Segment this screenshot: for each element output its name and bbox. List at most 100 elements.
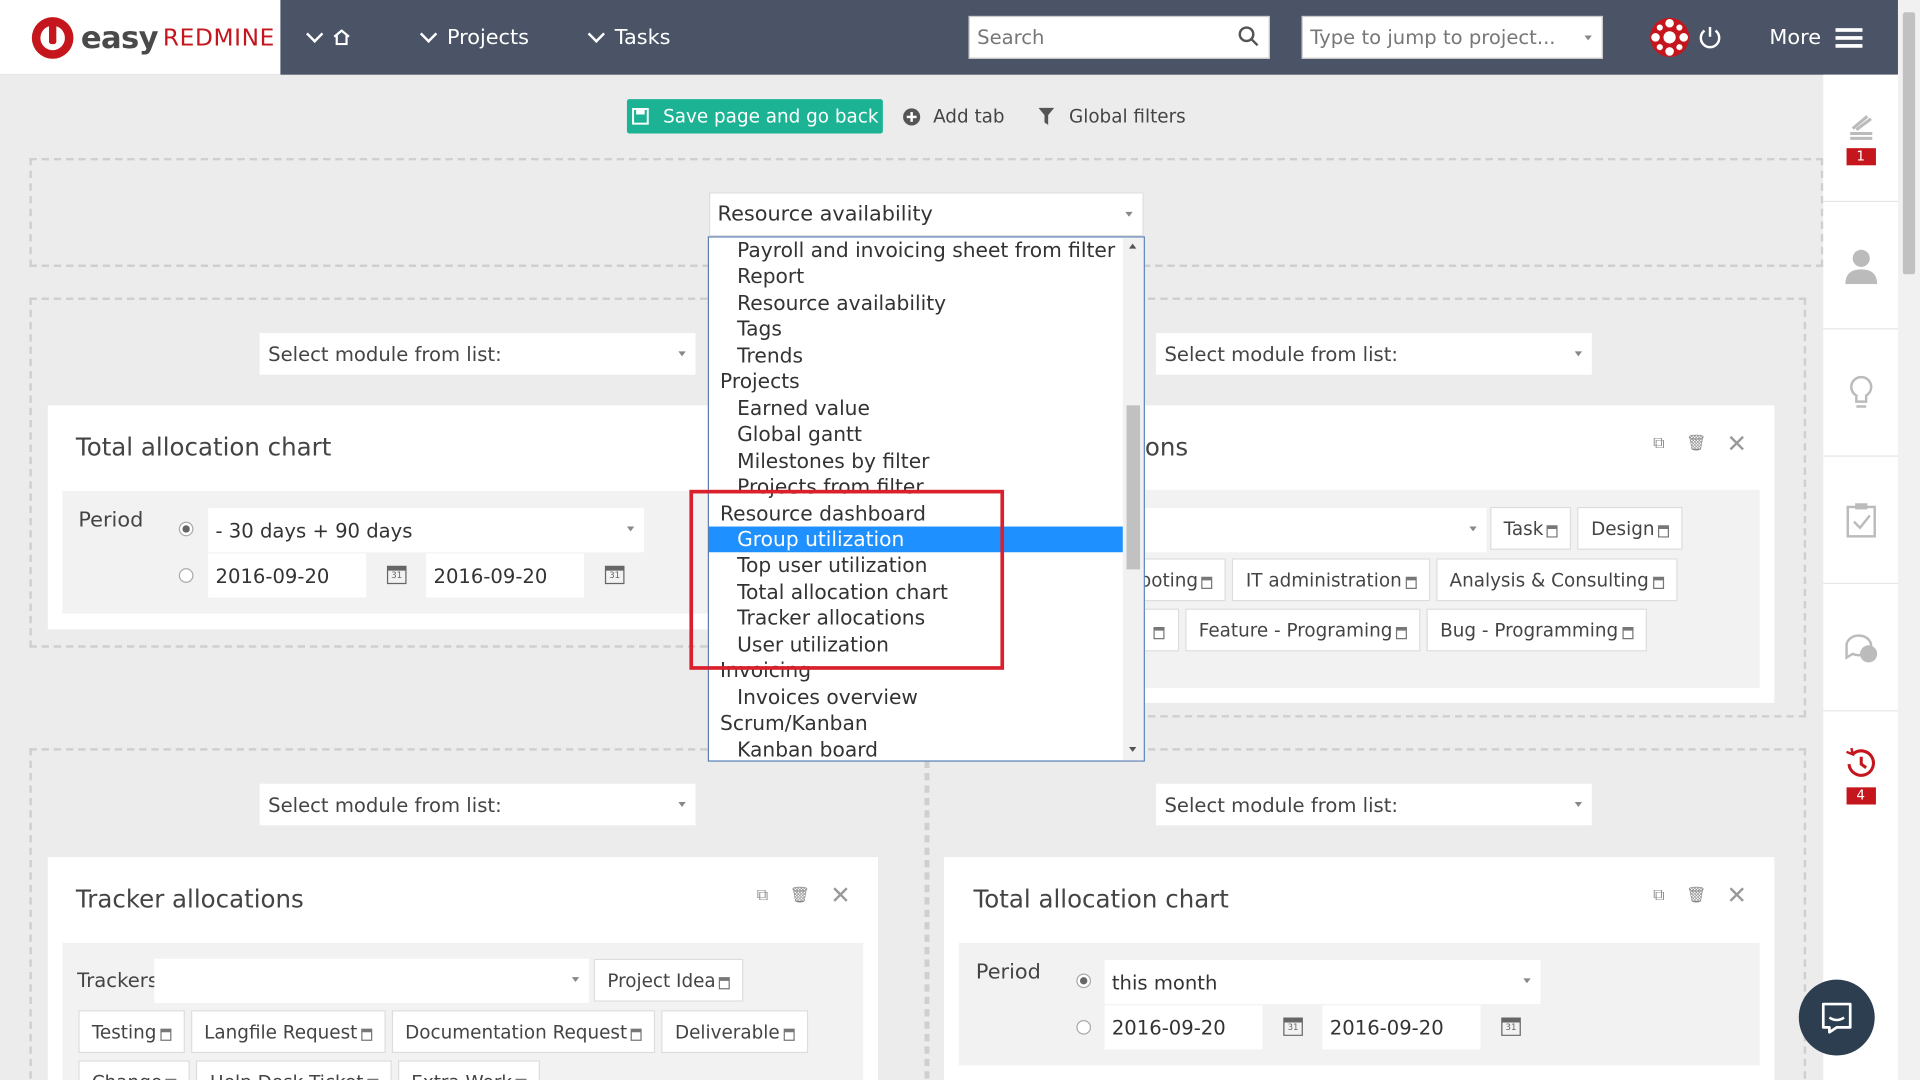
power-icon[interactable]: [1698, 26, 1721, 49]
trash-icon[interactable]: [783, 1027, 795, 1041]
dropdown-option[interactable]: Trends: [709, 343, 1123, 369]
trash-icon[interactable]: 🗑: [790, 887, 810, 905]
trash-icon[interactable]: 🗑: [1686, 887, 1706, 905]
dropdown-option[interactable]: Invoices overview: [709, 684, 1123, 710]
date-from-input[interactable]: 2016-09-20: [208, 553, 367, 598]
period-preset-radio[interactable]: [178, 521, 194, 537]
global-filters-button[interactable]: Global filters: [1038, 103, 1186, 130]
tracker-tag[interactable]: Testing: [78, 1010, 185, 1054]
sidebar-ideas[interactable]: [1823, 329, 1898, 457]
trackers-select[interactable]: [154, 958, 589, 1003]
trash-icon[interactable]: [361, 1027, 373, 1041]
dropdown-option[interactable]: Kanban board: [709, 737, 1123, 761]
hamburger-icon: [1835, 27, 1863, 48]
date-to-input[interactable]: 2016-09-20: [1322, 1005, 1481, 1050]
scroll-down-arrow-icon[interactable]: [1128, 746, 1137, 752]
module-type-select[interactable]: Resource availability: [708, 192, 1144, 237]
logo[interactable]: easy REDMINE: [0, 0, 281, 75]
support-chat-button[interactable]: [1798, 979, 1875, 1056]
module-select-bottom-left[interactable]: Select module from list:: [259, 783, 696, 826]
tracker-tag[interactable]: Bug - Programming: [1426, 608, 1647, 652]
caret-down-icon: [571, 977, 580, 983]
sidebar-chat[interactable]: [1823, 584, 1898, 712]
more-menu[interactable]: More: [1769, 0, 1863, 75]
trash-icon[interactable]: [1405, 576, 1417, 589]
tracker-tag[interactable]: Project Idea: [593, 958, 744, 1002]
filter-icon: [1038, 107, 1055, 125]
period-preset-radio[interactable]: [1076, 973, 1092, 989]
page-scroll-thumb[interactable]: [1902, 12, 1916, 275]
user-avatar-icon[interactable]: [1649, 17, 1690, 57]
trackers-select[interactable]: [1138, 508, 1487, 553]
tracker-tag[interactable]: IT administration: [1232, 558, 1430, 602]
dropdown-option[interactable]: Report: [709, 264, 1123, 290]
dropdown-scroll-thumb[interactable]: [1126, 405, 1141, 570]
period-range-radio[interactable]: [178, 568, 194, 583]
nav-tasks[interactable]: Tasks: [587, 0, 670, 75]
dropdown-group-label: Scrum/Kanban: [720, 711, 868, 735]
calendar-icon[interactable]: 31: [1283, 1017, 1303, 1036]
sidebar-activity[interactable]: 1: [1823, 75, 1898, 203]
dropdown-option[interactable]: Earned value: [709, 395, 1123, 421]
module-select-bottom-right[interactable]: Select module from list:: [1155, 783, 1592, 826]
tracker-tag[interactable]: Feature - Programing: [1185, 608, 1421, 652]
trash-icon[interactable]: [1547, 524, 1559, 537]
copy-icon[interactable]: ⧉: [757, 887, 768, 905]
copy-icon[interactable]: ⧉: [1653, 435, 1664, 453]
calendar-icon[interactable]: 31: [604, 565, 625, 585]
close-icon[interactable]: ✕: [830, 880, 851, 909]
tracker-tag[interactable]: Deliverable: [661, 1010, 808, 1054]
sidebar-history[interactable]: 4: [1823, 711, 1898, 838]
sidebar-user[interactable]: [1823, 202, 1898, 330]
plus-circle-icon: [903, 107, 921, 125]
tracker-tag[interactable]: Help Desk Ticket: [196, 1060, 392, 1080]
sidebar-tasks[interactable]: [1823, 457, 1898, 585]
date-to-input[interactable]: 2016-09-20: [426, 553, 585, 598]
trash-icon[interactable]: 🗑: [1686, 435, 1706, 453]
trash-icon[interactable]: [1652, 576, 1664, 589]
trash-icon[interactable]: [1621, 626, 1633, 639]
tracker-tag[interactable]: Documentation Request: [391, 1010, 656, 1054]
trash-icon[interactable]: [1396, 626, 1408, 639]
save-page-button[interactable]: Save page and go back: [626, 99, 883, 134]
date-from-input[interactable]: 2016-09-20: [1104, 1005, 1263, 1050]
home-menu[interactable]: [306, 0, 351, 75]
jump-to-project-select[interactable]: Type to jump to project...: [1301, 15, 1603, 59]
scroll-up-arrow-icon[interactable]: [1128, 243, 1137, 249]
trash-icon[interactable]: [719, 976, 731, 989]
dropdown-option[interactable]: Milestones by filter: [709, 448, 1123, 474]
trash-icon[interactable]: [160, 1027, 172, 1041]
tracker-tag[interactable]: Langfile Request: [190, 1010, 386, 1054]
tracker-tag[interactable]: Extra Work: [397, 1060, 541, 1080]
period-select[interactable]: this month: [1104, 960, 1541, 1005]
copy-icon[interactable]: ⧉: [1653, 887, 1664, 905]
tracker-tag[interactable]: Analysis & Consulting: [1436, 558, 1677, 602]
trash-icon[interactable]: [1658, 524, 1670, 537]
close-icon[interactable]: ✕: [1727, 429, 1748, 458]
add-tab-button[interactable]: Add tab: [902, 103, 1005, 130]
search-input[interactable]: Search: [968, 15, 1270, 59]
dropdown-scrollbar[interactable]: [1122, 237, 1144, 761]
dropdown-option[interactable]: Global gantt: [709, 421, 1123, 447]
close-icon[interactable]: ✕: [1727, 880, 1748, 909]
module-select-left[interactable]: Select module from list:: [259, 333, 696, 375]
search-icon[interactable]: [1238, 26, 1260, 48]
period-select[interactable]: - 30 days + 90 days: [208, 508, 645, 553]
trash-icon[interactable]: [1201, 576, 1213, 589]
module-select-right[interactable]: Select module from list:: [1155, 333, 1592, 375]
date-to-value: 2016-09-20: [433, 563, 548, 588]
tracker-tag[interactable]: Change: [78, 1060, 191, 1080]
page-scrollbar[interactable]: [1897, 0, 1920, 1080]
dropdown-option[interactable]: Payroll and invoicing sheet from filter: [709, 238, 1123, 264]
trash-icon[interactable]: [630, 1027, 642, 1041]
calendar-icon[interactable]: 31: [386, 565, 407, 585]
tracker-tag[interactable]: Design: [1577, 506, 1683, 550]
calendar-icon[interactable]: 31: [1501, 1017, 1521, 1036]
nav-projects[interactable]: Projects: [419, 0, 529, 75]
dropdown-option[interactable]: Tags: [709, 316, 1123, 342]
period-range-radio[interactable]: [1076, 1020, 1092, 1035]
dropdown-option[interactable]: Resource availability: [709, 290, 1123, 316]
tracker-tag[interactable]: Task: [1490, 506, 1572, 550]
trash-icon[interactable]: [1153, 626, 1165, 639]
module-select-label: Select module from list:: [1164, 342, 1399, 366]
